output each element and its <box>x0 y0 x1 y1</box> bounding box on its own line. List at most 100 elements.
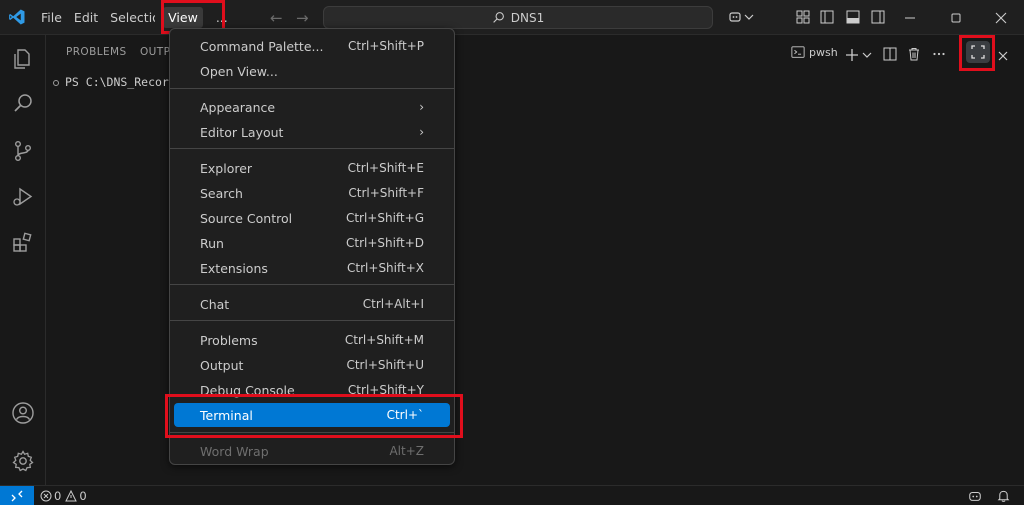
menu-item-explorer[interactable]: Explorer Ctrl+Shift+E <box>174 156 450 180</box>
manage-gear-icon[interactable] <box>11 449 35 473</box>
tab-problems[interactable]: PROBLEMS <box>66 46 127 58</box>
copilot-icon[interactable] <box>728 9 744 25</box>
view-menu-dropdown: Command Palette... Ctrl+Shift+P Open Vie… <box>169 28 455 465</box>
customize-layout-icon[interactable] <box>795 9 811 25</box>
toggle-primary-sidebar-icon[interactable] <box>819 9 835 25</box>
menu-item-run[interactable]: Run Ctrl+Shift+D <box>174 231 450 255</box>
menu-item-label: Search <box>200 185 243 201</box>
chevron-down-icon[interactable] <box>862 45 872 65</box>
title-bar: File Edit Selection View ... ← → DNS1 <box>0 0 1024 35</box>
bell-icon[interactable] <box>997 489 1010 503</box>
menu-item-shortcut: Ctrl+Shift+F <box>348 186 424 200</box>
command-decoration-icon <box>53 79 59 86</box>
menu-item-shortcut: Ctrl+Shift+E <box>347 161 424 175</box>
terminal-icon <box>791 46 805 58</box>
run-and-debug-icon[interactable] <box>11 185 35 209</box>
menu-item-label: Output <box>200 357 244 373</box>
split-terminal-icon[interactable] <box>883 44 897 64</box>
copilot-status-icon[interactable] <box>968 489 982 503</box>
terminal-prompt-text: PS C:\DNS_Records <box>65 75 183 89</box>
error-icon <box>40 490 52 502</box>
chevron-right-icon: › <box>419 100 424 114</box>
menu-item-open-view[interactable]: Open View... <box>174 59 450 83</box>
menu-item-shortcut: Ctrl+Shift+X <box>347 261 424 275</box>
menu-item-source-control[interactable]: Source Control Ctrl+Shift+G <box>174 206 450 230</box>
minimize-icon <box>905 17 915 18</box>
menu-view[interactable]: View <box>163 7 203 28</box>
menu-item-chat[interactable]: Chat Ctrl+Alt+I <box>174 292 450 316</box>
close-panel-icon[interactable] <box>997 46 1009 66</box>
chevron-down-icon[interactable] <box>744 9 754 25</box>
extensions-icon[interactable] <box>11 231 35 255</box>
menu-divider <box>170 148 454 149</box>
forward-arrow-icon[interactable]: → <box>296 9 309 27</box>
menu-edit[interactable]: Edit <box>69 7 103 28</box>
toggle-panel-icon[interactable] <box>845 9 861 25</box>
menu-selection[interactable]: Selection <box>105 7 155 28</box>
restore-button[interactable] <box>933 0 979 35</box>
menu-item-terminal[interactable]: Terminal Ctrl+` <box>174 403 450 427</box>
maximize-icon <box>971 45 985 59</box>
source-control-icon[interactable] <box>11 139 35 163</box>
menu-item-label: Open View... <box>200 63 278 79</box>
toggle-secondary-sidebar-icon[interactable] <box>870 9 886 25</box>
search-icon <box>492 12 504 23</box>
menu-divider <box>170 432 454 433</box>
close-icon <box>995 12 1007 23</box>
restore-icon <box>951 13 961 22</box>
back-arrow-icon[interactable]: ← <box>270 9 283 27</box>
explorer-icon[interactable] <box>11 47 35 71</box>
menu-divider <box>170 320 454 321</box>
menu-item-word-wrap: Word Wrap Alt+Z <box>174 439 450 463</box>
menu-item-label: Run <box>200 235 224 251</box>
menu-item-output[interactable]: Output Ctrl+Shift+U <box>174 353 450 377</box>
menu-item-shortcut: Ctrl+Shift+M <box>344 333 424 347</box>
error-count: 0 <box>54 489 62 503</box>
remote-icon <box>11 490 23 502</box>
menu-item-shortcut: Ctrl+Shift+P <box>348 39 424 53</box>
menu-file[interactable]: File <box>36 7 67 28</box>
minimize-button[interactable] <box>887 0 933 35</box>
menu-item-label: Word Wrap <box>200 443 269 459</box>
menu-item-shortcut: Ctrl+Shift+G <box>345 211 424 225</box>
activity-bar <box>0 35 46 485</box>
menu-item-search[interactable]: Search Ctrl+Shift+F <box>174 181 450 205</box>
warning-count: 0 <box>79 489 87 503</box>
menu-divider <box>170 284 454 285</box>
new-terminal-icon[interactable] <box>845 45 859 65</box>
menu-item-label: Problems <box>200 332 258 348</box>
menu-divider <box>170 88 454 89</box>
menu-item-command-palette[interactable]: Command Palette... Ctrl+Shift+P <box>174 34 450 58</box>
trash-icon[interactable] <box>907 44 921 64</box>
menu-item-problems[interactable]: Problems Ctrl+Shift+M <box>174 328 450 352</box>
menu-item-label: Editor Layout <box>200 124 284 140</box>
menu-item-label: Command Palette... <box>200 38 324 54</box>
account-icon[interactable] <box>11 401 35 425</box>
menu-item-shortcut: Ctrl+` <box>386 408 424 422</box>
menu-item-shortcut: Ctrl+Alt+I <box>362 297 424 311</box>
vscode-logo-icon <box>9 9 25 25</box>
menu-item-shortcut: Ctrl+Shift+U <box>346 358 424 372</box>
terminal-shell-selector[interactable]: pwsh <box>791 42 838 62</box>
menu-item-appearance[interactable]: Appearance › <box>174 95 450 119</box>
menu-item-label: Explorer <box>200 160 253 176</box>
command-center-search[interactable]: DNS1 <box>323 6 713 29</box>
menu-item-shortcut: Alt+Z <box>389 444 424 458</box>
menu-more[interactable]: ... <box>211 7 233 28</box>
menu-item-debug-console[interactable]: Debug Console Ctrl+Shift+Y <box>174 378 450 402</box>
menu-item-label: Debug Console <box>200 382 295 398</box>
remote-indicator-button[interactable] <box>0 486 34 505</box>
terminal-prompt-line[interactable]: PS C:\DNS_Records <box>53 75 183 89</box>
menu-item-label: Chat <box>200 296 230 312</box>
menu-item-extensions[interactable]: Extensions Ctrl+Shift+X <box>174 256 450 280</box>
menu-item-shortcut: Ctrl+Shift+Y <box>347 383 424 397</box>
close-window-button[interactable] <box>978 0 1024 35</box>
menu-item-label: Terminal <box>200 407 253 423</box>
search-icon[interactable] <box>11 91 35 115</box>
problems-status-item[interactable]: 0 0 <box>40 489 91 503</box>
chevron-right-icon: › <box>419 125 424 139</box>
menu-item-label: Source Control <box>200 210 293 226</box>
menu-item-editor-layout[interactable]: Editor Layout › <box>174 120 450 144</box>
maximize-panel-button[interactable] <box>966 41 990 63</box>
more-actions-icon[interactable] <box>932 44 946 64</box>
